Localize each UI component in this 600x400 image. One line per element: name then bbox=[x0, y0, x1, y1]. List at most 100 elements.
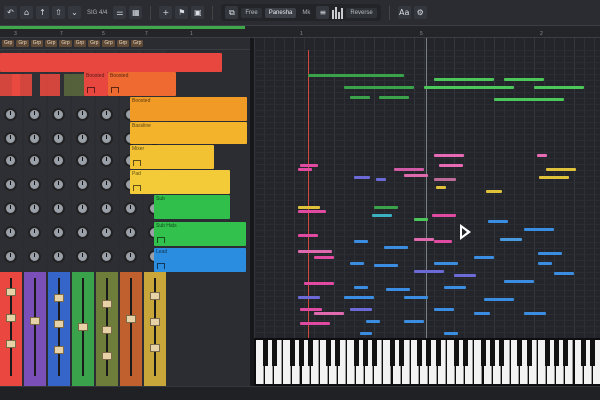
midi-note[interactable] bbox=[314, 256, 334, 259]
knob-icon[interactable] bbox=[4, 178, 17, 191]
piano-black-key[interactable] bbox=[308, 340, 314, 366]
track-header[interactable]: Grp bbox=[102, 40, 115, 47]
midi-note[interactable] bbox=[300, 164, 318, 167]
loop-region-bar[interactable] bbox=[0, 26, 245, 29]
midi-note[interactable] bbox=[539, 176, 569, 179]
midi-note[interactable] bbox=[344, 86, 414, 89]
piano-black-key[interactable] bbox=[417, 340, 423, 366]
pattern-pill[interactable]: Panesha bbox=[264, 7, 297, 18]
fader-handle[interactable] bbox=[6, 314, 16, 322]
midi-note[interactable] bbox=[474, 256, 494, 259]
piano-black-key[interactable] bbox=[326, 340, 332, 366]
knob-icon[interactable] bbox=[28, 250, 41, 263]
font-icon[interactable]: Aa bbox=[397, 6, 411, 19]
midi-note[interactable] bbox=[354, 240, 368, 243]
midi-note[interactable] bbox=[444, 286, 466, 289]
timeline-ruler[interactable]: 3 7 5 7 1 1 5 2 bbox=[0, 26, 600, 38]
knob-icon[interactable] bbox=[28, 108, 41, 121]
midi-note[interactable] bbox=[434, 178, 456, 181]
arrow-up-icon[interactable]: ↑ bbox=[36, 6, 49, 19]
midi-note[interactable] bbox=[486, 190, 502, 193]
midi-note[interactable] bbox=[434, 262, 458, 265]
knob-icon[interactable] bbox=[100, 250, 113, 263]
clip[interactable]: Sub bbox=[154, 195, 230, 219]
gear-icon[interactable]: ⚙ bbox=[413, 6, 427, 19]
knob-icon[interactable] bbox=[52, 108, 65, 121]
midi-note[interactable] bbox=[494, 98, 564, 101]
playhead[interactable] bbox=[308, 50, 309, 338]
knob-icon[interactable] bbox=[4, 250, 17, 263]
knob-icon[interactable] bbox=[124, 226, 137, 239]
fader-handle[interactable] bbox=[78, 323, 88, 331]
channel-pill[interactable]: Reverse bbox=[346, 7, 377, 18]
piano-keyboard[interactable] bbox=[254, 338, 600, 386]
piano-black-key[interactable] bbox=[453, 340, 459, 366]
midi-note[interactable] bbox=[298, 168, 312, 171]
fader-handle[interactable] bbox=[126, 315, 136, 323]
knob-icon[interactable] bbox=[28, 178, 41, 191]
piano-black-key[interactable] bbox=[544, 340, 550, 366]
midi-note[interactable] bbox=[354, 176, 370, 179]
midi-note[interactable] bbox=[314, 312, 344, 315]
fader-handle[interactable] bbox=[102, 326, 112, 334]
midi-note[interactable] bbox=[366, 320, 380, 323]
mixer-icon[interactable]: ⚌ bbox=[113, 6, 127, 19]
fader-handle[interactable] bbox=[54, 346, 64, 354]
track-header[interactable]: Grp bbox=[131, 40, 144, 47]
knob-icon[interactable] bbox=[52, 202, 65, 215]
midi-note[interactable] bbox=[484, 298, 514, 301]
piano-black-key[interactable] bbox=[353, 340, 359, 366]
fader-handle[interactable] bbox=[6, 340, 16, 348]
midi-note[interactable] bbox=[404, 320, 424, 323]
knob-icon[interactable] bbox=[76, 202, 89, 215]
knob-icon[interactable] bbox=[100, 154, 113, 167]
piano-black-key[interactable] bbox=[271, 340, 277, 366]
midi-note[interactable] bbox=[434, 78, 494, 81]
knob-icon[interactable] bbox=[100, 178, 113, 191]
midi-note[interactable] bbox=[298, 296, 320, 299]
knob-icon[interactable] bbox=[52, 132, 65, 145]
undo-icon[interactable]: ↶ bbox=[4, 6, 17, 19]
piano-black-key[interactable] bbox=[562, 340, 568, 366]
clip[interactable]: Boosted bbox=[108, 72, 176, 96]
add-icon[interactable]: + bbox=[159, 6, 173, 19]
midi-note[interactable] bbox=[414, 218, 428, 221]
midi-note[interactable] bbox=[537, 154, 547, 157]
flag-icon[interactable]: ⚑ bbox=[175, 6, 189, 19]
loop-marker[interactable] bbox=[426, 38, 427, 338]
knob-icon[interactable] bbox=[28, 154, 41, 167]
midi-note[interactable] bbox=[379, 96, 409, 99]
midi-note[interactable] bbox=[350, 262, 364, 265]
midi-note[interactable] bbox=[414, 238, 434, 241]
midi-note[interactable] bbox=[300, 308, 322, 311]
midi-note[interactable] bbox=[434, 308, 454, 311]
midi-note[interactable] bbox=[504, 78, 544, 81]
fader-handle[interactable] bbox=[54, 294, 64, 302]
fader-handle[interactable] bbox=[150, 344, 160, 352]
piano-black-key[interactable] bbox=[262, 340, 268, 366]
knob-icon[interactable] bbox=[76, 226, 89, 239]
knob-icon[interactable] bbox=[52, 250, 65, 263]
midi-note[interactable] bbox=[384, 246, 408, 249]
midi-note[interactable] bbox=[432, 214, 456, 217]
clip[interactable]: Sub Hats bbox=[154, 222, 246, 246]
piano-black-key[interactable] bbox=[399, 340, 405, 366]
knob-icon[interactable] bbox=[4, 226, 17, 239]
knob-icon[interactable] bbox=[28, 132, 41, 145]
midi-note[interactable] bbox=[434, 154, 464, 157]
knob-icon[interactable] bbox=[52, 226, 65, 239]
knob-icon[interactable] bbox=[76, 178, 89, 191]
midi-note[interactable] bbox=[504, 280, 534, 283]
midi-note[interactable] bbox=[374, 264, 398, 267]
midi-note[interactable] bbox=[439, 164, 463, 167]
track-header[interactable]: Grp bbox=[30, 40, 44, 47]
midi-note[interactable] bbox=[454, 274, 476, 277]
knob-icon[interactable] bbox=[76, 132, 89, 145]
midi-note[interactable] bbox=[376, 178, 386, 181]
piano-black-key[interactable] bbox=[526, 340, 532, 366]
midi-note[interactable] bbox=[350, 96, 370, 99]
knob-icon[interactable] bbox=[76, 154, 89, 167]
midi-note[interactable] bbox=[488, 220, 508, 223]
track-header[interactable]: Grp bbox=[59, 40, 72, 47]
midi-note[interactable] bbox=[524, 312, 546, 315]
